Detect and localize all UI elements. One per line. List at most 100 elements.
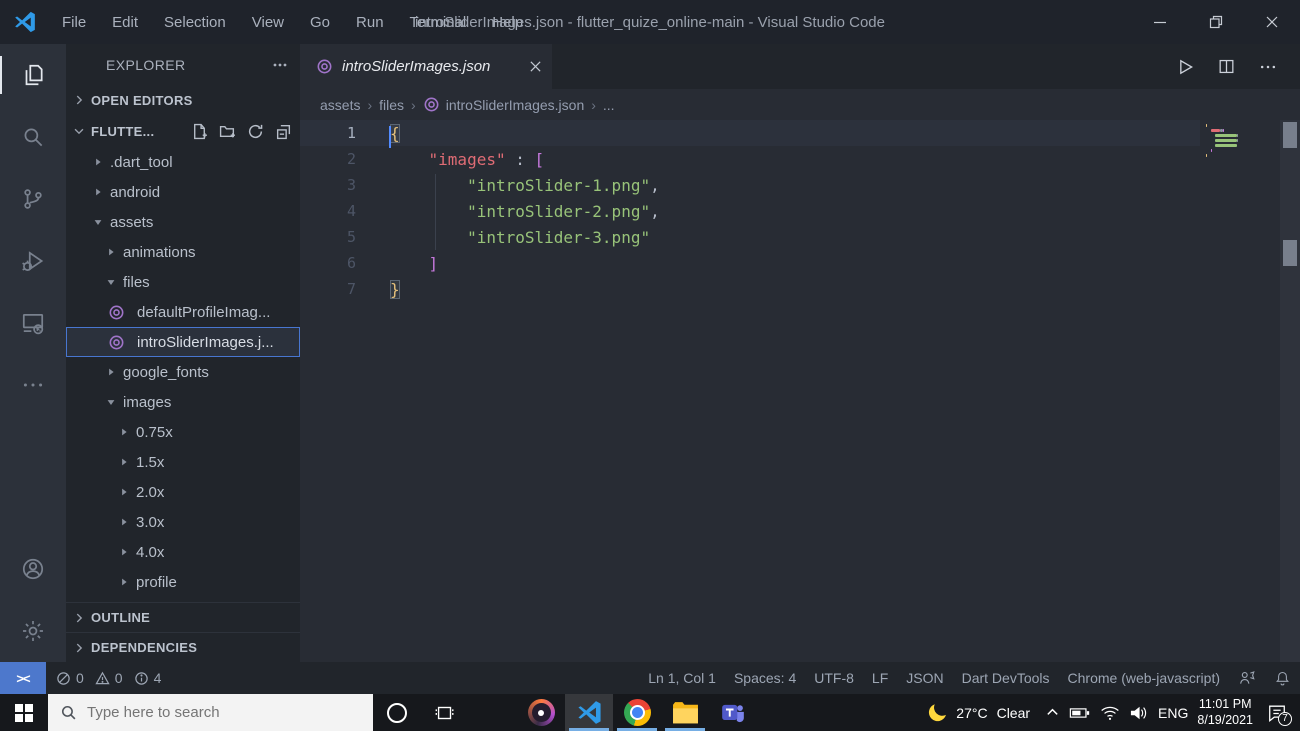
- breadcrumb-item[interactable]: introSliderImages.json: [423, 96, 584, 113]
- menu-selection[interactable]: Selection: [153, 9, 237, 36]
- line-number: 4: [346, 202, 356, 220]
- feedback-icon[interactable]: [1229, 662, 1265, 694]
- moon-icon[interactable]: [925, 702, 947, 724]
- taskbar-search-input[interactable]: [87, 704, 361, 721]
- tab-close-icon[interactable]: [529, 60, 542, 73]
- vertical-scrollbar[interactable]: [1280, 120, 1300, 662]
- notifications-bell-icon[interactable]: [1265, 662, 1300, 694]
- status-item-dart-devtools[interactable]: Dart DevTools: [953, 662, 1059, 694]
- explorer-icon[interactable]: [0, 44, 66, 106]
- tree-item-google-fonts[interactable]: google_fonts: [66, 357, 300, 387]
- status-item-json[interactable]: JSON: [897, 662, 952, 694]
- tree-item-files[interactable]: files: [66, 267, 300, 297]
- menu-go[interactable]: Go: [299, 9, 341, 36]
- new-file-icon[interactable]: [191, 123, 208, 140]
- minimap-line: [1237, 134, 1239, 137]
- tree-item-assets[interactable]: assets: [66, 207, 300, 237]
- status-item-chrome-web-javascript-[interactable]: Chrome (web-javascript): [1059, 662, 1229, 694]
- code-token: }: [390, 279, 400, 299]
- tree-item-4-0x[interactable]: 4.0x: [66, 537, 300, 567]
- dependencies-section[interactable]: DEPENDENCIES: [66, 632, 300, 662]
- taskbar-media-disc-button[interactable]: [517, 694, 565, 731]
- cortana-button[interactable]: [373, 694, 421, 731]
- status-item-utf-8[interactable]: UTF-8: [805, 662, 863, 694]
- chevron-up-icon[interactable]: [1045, 705, 1060, 720]
- volume-icon[interactable]: [1129, 705, 1149, 721]
- notification-center-button[interactable]: 7: [1266, 703, 1292, 726]
- more-icon[interactable]: [0, 354, 66, 416]
- scrollbar-thumb[interactable]: [1283, 122, 1297, 148]
- vscode-icon: [576, 699, 603, 726]
- explorer-more-actions-icon[interactable]: [272, 57, 288, 73]
- workspace-folder-section[interactable]: FLUTTE...: [66, 115, 300, 147]
- problems-status[interactable]: 0 0 4: [46, 662, 171, 694]
- taskbar-edge-button[interactable]: [469, 694, 517, 731]
- collapse-all-icon[interactable]: [275, 123, 292, 140]
- code-editor[interactable]: 1{2 "images" : [3 "introSlider-1.png", 4 …: [300, 120, 1300, 662]
- source-control-icon[interactable]: [0, 168, 66, 230]
- language-indicator[interactable]: ENG: [1158, 705, 1188, 721]
- status-item-spaces-4[interactable]: Spaces: 4: [725, 662, 805, 694]
- wifi-icon[interactable]: [1100, 705, 1120, 721]
- search-icon[interactable]: [0, 106, 66, 168]
- tab-bar: introSliderImages.json: [300, 44, 1300, 89]
- run-icon[interactable]: [1175, 57, 1195, 77]
- weather-desc[interactable]: Clear: [997, 705, 1030, 721]
- outline-section[interactable]: OUTLINE: [66, 602, 300, 632]
- remote-explorer-icon[interactable]: [0, 292, 66, 354]
- menu-run[interactable]: Run: [345, 9, 395, 36]
- tree-item-android[interactable]: android: [66, 177, 300, 207]
- tree-item-label: introSliderImages.j...: [137, 333, 274, 351]
- arrow-right-icon: [90, 156, 106, 168]
- tree-item-3-0x[interactable]: 3.0x: [66, 507, 300, 537]
- tree-item--dart-tool[interactable]: .dart_tool: [66, 147, 300, 177]
- tab-introsliderimages-json[interactable]: introSliderImages.json: [300, 44, 552, 89]
- arrow-right-icon: [103, 366, 119, 378]
- breadcrumb-item[interactable]: files: [379, 97, 404, 113]
- clock[interactable]: 11:01 PM 8/19/2021: [1197, 697, 1253, 728]
- menu-view[interactable]: View: [241, 9, 295, 36]
- menu-edit[interactable]: Edit: [101, 9, 149, 36]
- minimap[interactable]: [1202, 120, 1280, 662]
- minimize-button[interactable]: [1132, 0, 1188, 44]
- battery-icon[interactable]: [1069, 705, 1091, 721]
- tree-item-animations[interactable]: animations: [66, 237, 300, 267]
- run-debug-icon[interactable]: [0, 230, 66, 292]
- tree-item-defaultprofileimag-[interactable]: defaultProfileImag...: [66, 297, 300, 327]
- status-item-ln-1-col-1[interactable]: Ln 1, Col 1: [639, 662, 725, 694]
- task-view-button[interactable]: [421, 694, 469, 731]
- taskbar-search[interactable]: [48, 694, 373, 731]
- menu-file[interactable]: File: [51, 9, 97, 36]
- breadcrumb-item[interactable]: ...: [603, 97, 615, 113]
- settings-gear-icon[interactable]: [0, 600, 66, 662]
- remote-indicator[interactable]: ><: [0, 662, 46, 694]
- tree-item-label: assets: [110, 213, 154, 231]
- tree-item-1-5x[interactable]: 1.5x: [66, 447, 300, 477]
- taskbar-file-explorer-button[interactable]: [661, 694, 709, 731]
- status-item-lf[interactable]: LF: [863, 662, 897, 694]
- tree-item-introsliderimages-j-[interactable]: introSliderImages.j...: [66, 327, 300, 357]
- start-button[interactable]: [0, 694, 48, 731]
- taskbar-teams-button[interactable]: [709, 694, 757, 731]
- code-line-1: 1{: [300, 120, 1200, 148]
- split-editor-icon[interactable]: [1217, 57, 1236, 76]
- open-editors-section[interactable]: OPEN EDITORS: [66, 85, 300, 115]
- vscode-window: File Edit Selection View Go Run Terminal Help i…: [0, 0, 1300, 731]
- refresh-icon[interactable]: [247, 123, 264, 140]
- tree-item-images[interactable]: images: [66, 387, 300, 417]
- close-button[interactable]: [1244, 0, 1300, 44]
- tree-item-label: profile: [136, 573, 177, 591]
- tree-item-0-75x[interactable]: 0.75x: [66, 417, 300, 447]
- tree-item-profile[interactable]: profile: [66, 567, 300, 597]
- more-actions-icon[interactable]: [1258, 57, 1278, 77]
- account-icon[interactable]: [0, 538, 66, 600]
- taskbar-vscode-button[interactable]: [565, 694, 613, 731]
- weather-temp[interactable]: 27°C: [956, 705, 987, 721]
- tree-item-2-0x[interactable]: 2.0x: [66, 477, 300, 507]
- restore-button[interactable]: [1188, 0, 1244, 44]
- taskbar-chrome-button[interactable]: [613, 694, 661, 731]
- breadcrumb-item[interactable]: assets: [320, 97, 360, 113]
- new-folder-icon[interactable]: [219, 123, 236, 140]
